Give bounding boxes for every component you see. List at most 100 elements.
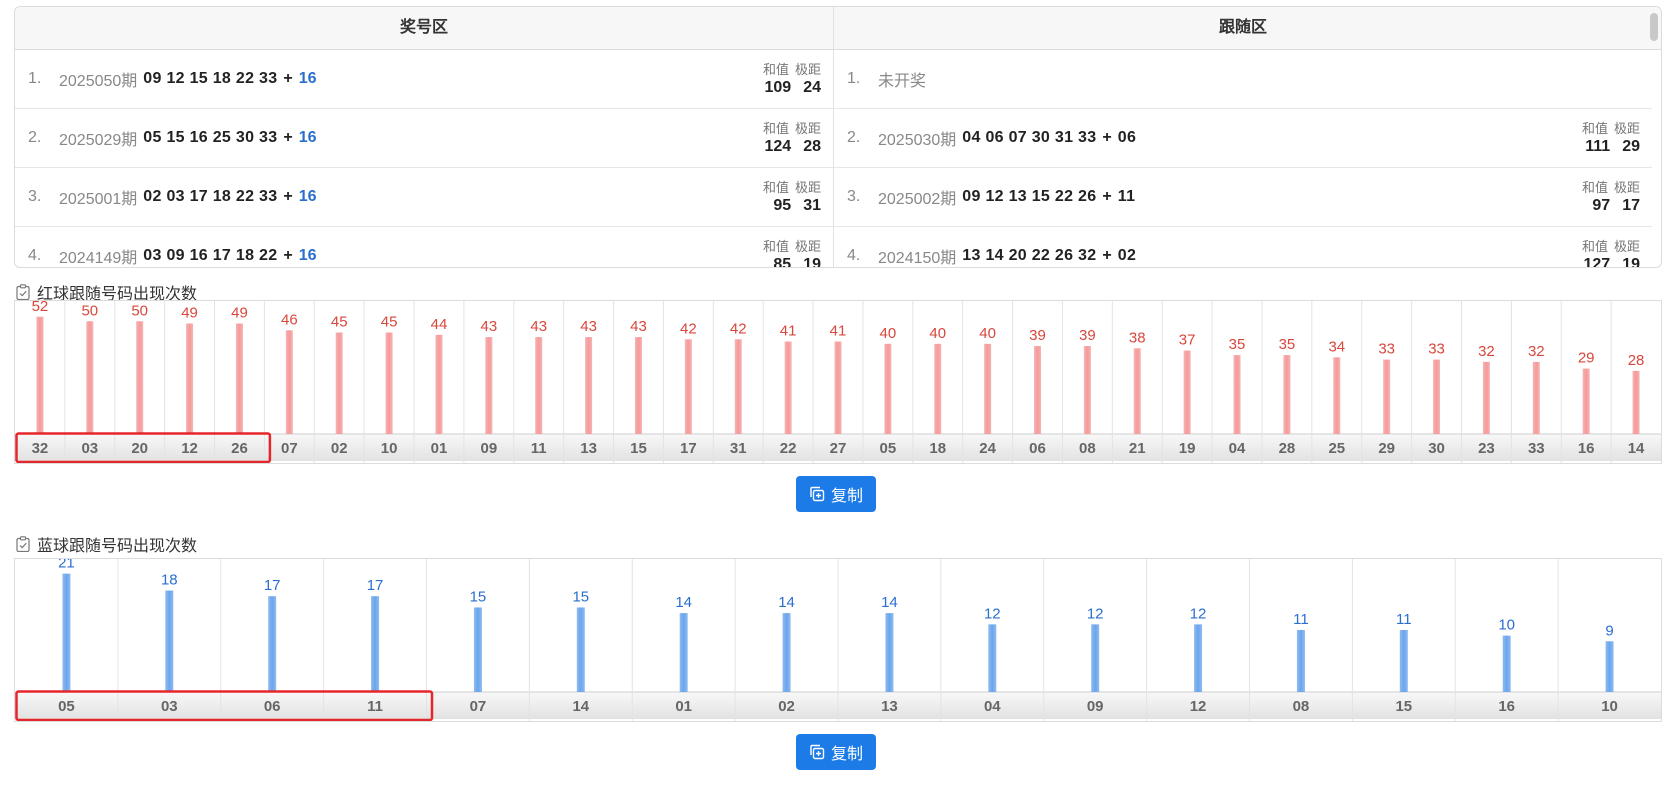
blue-bar — [165, 590, 174, 692]
sum-value: 124 — [764, 138, 792, 155]
blue-tick-label: 16 — [1498, 698, 1515, 715]
red-tick-label: 11 — [531, 440, 547, 457]
red-bar — [1233, 355, 1241, 434]
blue-tick-label: 03 — [161, 698, 178, 715]
range-value: 19 — [803, 256, 821, 268]
blue-value-label: 11 — [1396, 611, 1412, 628]
red-numbers: 02 03 17 18 22 33 — [143, 188, 278, 205]
red-tick-label: 25 — [1328, 440, 1345, 457]
table-scrollbar[interactable] — [1650, 13, 1658, 41]
blue-number: 02 — [1117, 247, 1137, 264]
red-value-label: 33 — [1378, 341, 1395, 358]
blue-tick-label: 10 — [1601, 698, 1618, 715]
red-numbers: 09 12 13 15 22 26 — [962, 188, 1097, 205]
blue-tick-label: 13 — [881, 698, 898, 715]
red-tick-label: 22 — [780, 440, 797, 457]
red-numbers: 13 14 20 22 26 32 — [962, 247, 1097, 264]
red-bar — [335, 332, 343, 434]
blue-copy-button[interactable]: 复制 — [796, 734, 876, 770]
range-label: 极距 — [1613, 239, 1640, 254]
red-value-label: 35 — [1279, 336, 1296, 353]
blue-value-label: 15 — [470, 588, 487, 605]
blue-tick-label: 05 — [58, 698, 75, 715]
red-value-label: 42 — [680, 320, 697, 337]
red-bar — [36, 316, 44, 434]
red-tick-label: 21 — [1129, 440, 1146, 457]
blue-ball-chart: 21 05 18 03 17 06 17 11 15 07 15 14 14 01 14 02 14 13 12 04… — [14, 558, 1662, 722]
blue-bar — [679, 613, 688, 692]
blue-bar — [1502, 635, 1511, 692]
range-value: 31 — [803, 197, 821, 214]
red-value-label: 44 — [431, 316, 448, 333]
blue-number: 16 — [298, 188, 317, 205]
red-tick-label: 24 — [979, 440, 996, 457]
blue-tick-label: 01 — [675, 698, 692, 715]
blue-value-label: 12 — [1190, 605, 1207, 622]
blue-bar — [473, 607, 482, 692]
clipboard-check-icon — [16, 284, 30, 300]
range-value: 17 — [1622, 197, 1640, 214]
red-tick-label: 05 — [880, 440, 897, 457]
blue-bar — [371, 596, 380, 692]
red-tick-label: 27 — [830, 440, 847, 457]
red-value-label: 46 — [281, 311, 298, 328]
range-value: 19 — [1622, 256, 1640, 268]
right-table-row: 3. 2025002期 09 12 13 15 22 26 +11 和值 极距 97 17 — [834, 168, 1652, 227]
sum-value: 95 — [773, 197, 792, 214]
sum-label: 和值 — [762, 180, 789, 195]
red-tick-label: 10 — [381, 440, 398, 457]
header-draw-zone: 奖号区 — [399, 19, 448, 36]
red-tick-label: 15 — [630, 440, 647, 457]
red-bar — [385, 332, 393, 434]
red-numbers: 09 12 15 18 22 33 — [143, 70, 278, 87]
range-label: 极距 — [1613, 180, 1640, 195]
row-index: 3. — [28, 188, 42, 205]
right-table-row: 2. 2025030期 04 06 07 30 31 33 +06 和值 极距 111 29 — [834, 109, 1652, 168]
blue-tick-label: 06 — [264, 698, 281, 715]
blue-tick-label: 12 — [1190, 698, 1207, 715]
red-value-label: 43 — [530, 318, 547, 335]
red-value-label: 32 — [1528, 343, 1545, 360]
red-bar — [435, 334, 443, 434]
row-index: 4. — [847, 247, 861, 264]
red-value-label: 32 — [1478, 343, 1495, 360]
red-tick-label: 17 — [680, 440, 697, 457]
blue-number: 16 — [298, 70, 317, 87]
sum-label: 和值 — [762, 121, 789, 136]
blue-bar — [885, 613, 894, 692]
red-ball-chart: 52 32 50 03 50 20 49 12 49 26 46 07 45 02 45 10 44 01 43 09… — [14, 300, 1662, 464]
red-bar — [684, 339, 692, 434]
period-number: 2025029期 — [59, 132, 138, 149]
blue-value-label: 14 — [778, 594, 795, 611]
plus-sign: + — [283, 129, 293, 146]
blue-number: 16 — [298, 129, 317, 146]
blue-bar — [988, 624, 997, 692]
red-bar — [1383, 359, 1391, 434]
blue-value-label: 12 — [984, 605, 1001, 622]
red-tick-label: 01 — [431, 440, 448, 457]
sum-value: 127 — [1583, 256, 1611, 268]
red-value-label: 33 — [1428, 341, 1445, 358]
red-value-label: 45 — [381, 314, 398, 331]
red-tick-label: 23 — [1478, 440, 1495, 457]
blue-tick-label: 14 — [572, 698, 589, 715]
red-bar — [1582, 368, 1590, 434]
period-number: 2024149期 — [59, 250, 138, 267]
red-tick-label: 30 — [1428, 440, 1445, 457]
blue-tick-label: 08 — [1293, 698, 1310, 715]
row-stats: 和值 极距 85 19 — [751, 236, 821, 268]
sum-label: 和值 — [1581, 239, 1608, 254]
red-value-label: 43 — [630, 318, 647, 335]
left-table-row: 1. 2025050期 09 12 15 18 22 33 +16 和值 极距 109 24 — [15, 50, 833, 109]
red-copy-button[interactable]: 复制 — [796, 476, 876, 512]
red-value-label: 39 — [1079, 327, 1096, 344]
blue-bar — [576, 607, 585, 692]
sum-value: 85 — [773, 256, 792, 268]
red-value-label: 40 — [929, 325, 946, 342]
red-value-label: 40 — [880, 325, 897, 342]
period-number: 2025050期 — [59, 73, 138, 90]
red-value-label: 49 — [181, 305, 198, 322]
period-number: 2025030期 — [878, 132, 957, 149]
blue-copy-label: 复制 — [830, 746, 863, 763]
red-bar — [934, 343, 942, 434]
